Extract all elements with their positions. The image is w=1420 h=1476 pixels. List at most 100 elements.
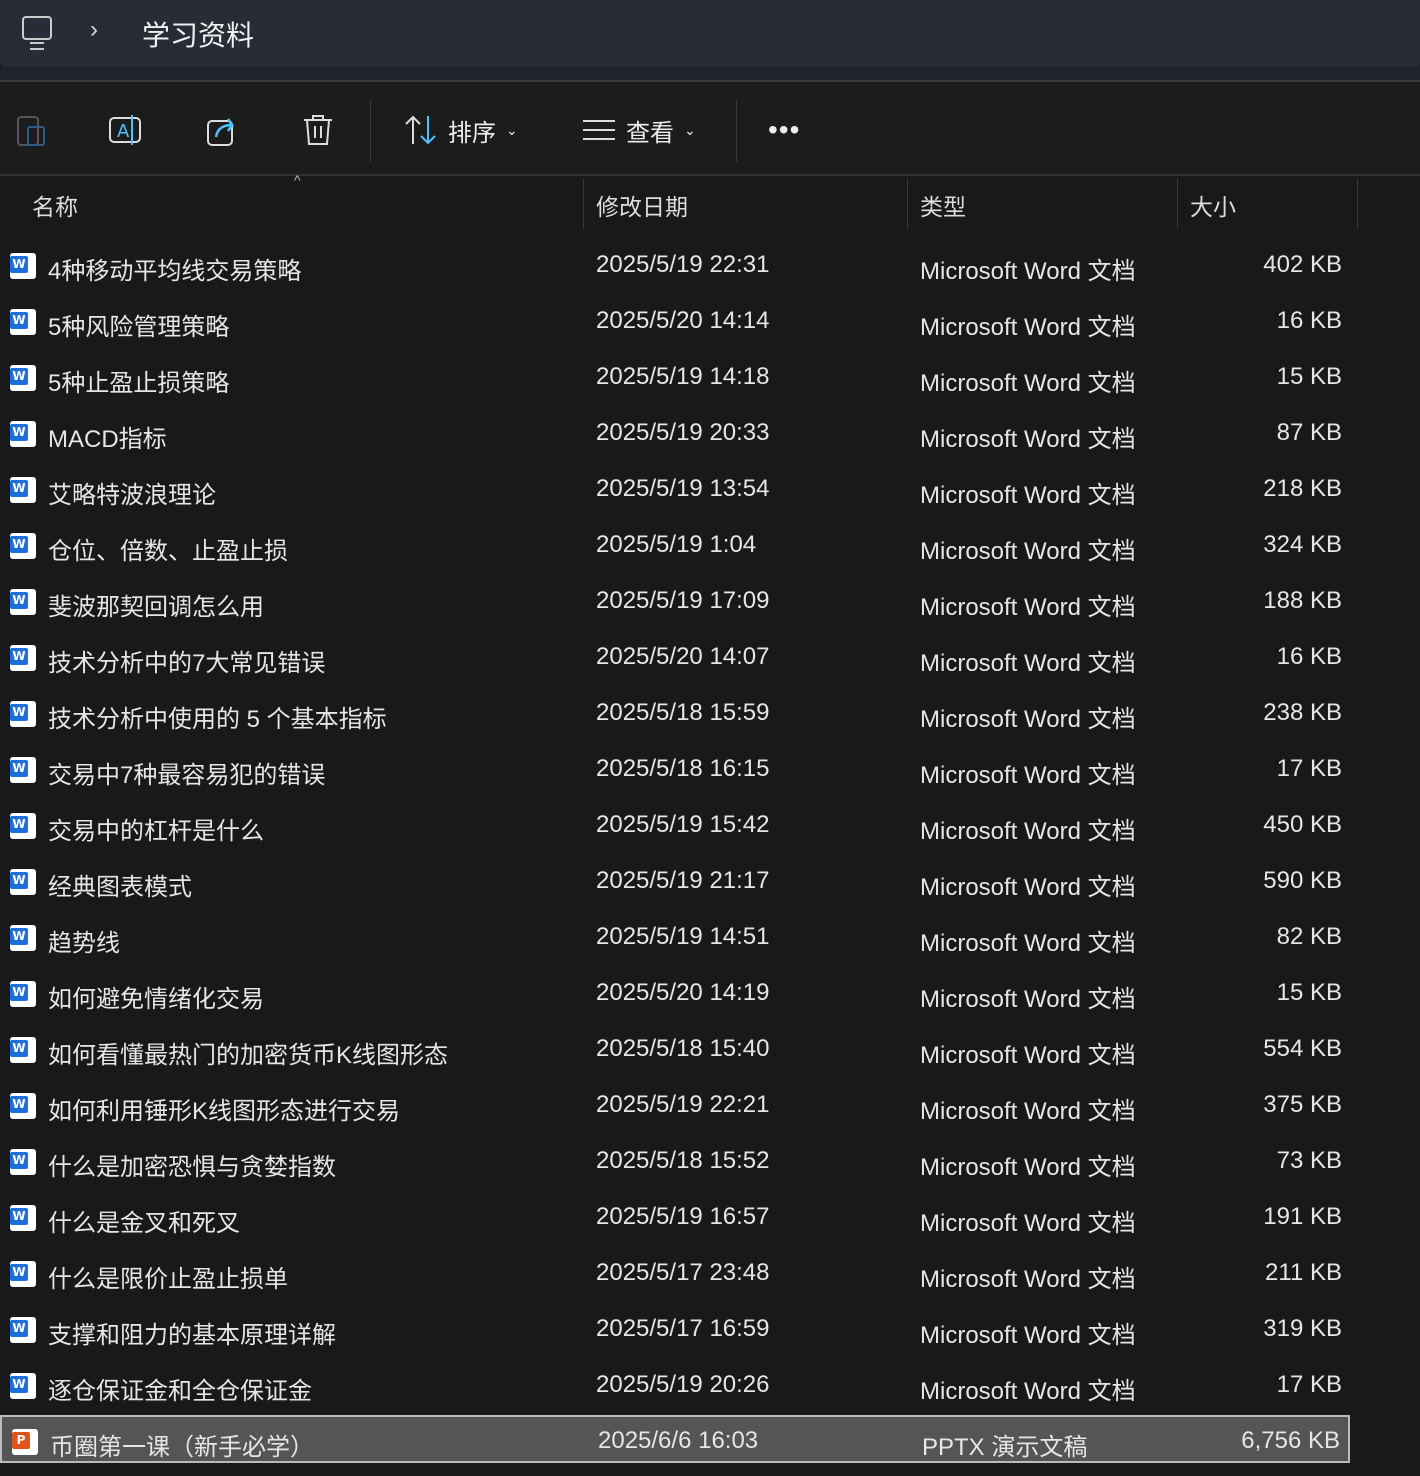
file-date: 2025/5/20 14:07 <box>596 643 770 670</box>
word-file-icon: W <box>10 701 36 727</box>
word-file-icon: W <box>10 1317 36 1343</box>
column-header-type[interactable]: 类型 <box>920 188 966 222</box>
file-row[interactable]: W 什么是限价止盈止损单 2025/5/17 23:48 Microsoft W… <box>0 1249 1350 1297</box>
column-divider[interactable] <box>907 178 908 228</box>
word-file-icon: W <box>10 1205 36 1231</box>
file-type: PPTX 演示文稿 <box>922 1434 1088 1461</box>
file-row[interactable]: W 趋势线 2025/5/19 14:51 Microsoft Word 文档 … <box>0 913 1350 961</box>
paste-button[interactable] <box>16 110 46 150</box>
file-size: 17 KB <box>1276 1371 1342 1398</box>
word-file-icon: W <box>10 253 36 279</box>
file-row[interactable]: W 交易中的杠杆是什么 2025/5/19 15:42 Microsoft Wo… <box>0 801 1350 849</box>
powerpoint-file-icon: P <box>12 1429 38 1455</box>
column-divider[interactable] <box>583 178 584 228</box>
this-pc-icon[interactable] <box>22 16 52 50</box>
file-name: MACD指标 <box>48 426 167 453</box>
file-size: 15 KB <box>1276 979 1342 1006</box>
column-divider[interactable] <box>1177 178 1178 228</box>
file-row[interactable]: W 仓位、倍数、止盈止损 2025/5/19 1:04 Microsoft Wo… <box>0 521 1350 569</box>
share-button[interactable] <box>206 110 240 150</box>
file-row[interactable]: W 4种移动平均线交易策略 2025/5/19 22:31 Microsoft … <box>0 241 1350 289</box>
command-bar: A 排序 ⌄ 查看 ⌄ ••• <box>0 84 1420 176</box>
column-divider[interactable] <box>1357 178 1358 228</box>
breadcrumb-chevron-icon[interactable]: › <box>90 16 98 44</box>
file-row[interactable]: W 交易中7种最容易犯的错误 2025/5/18 16:15 Microsoft… <box>0 745 1350 793</box>
file-name: 技术分析中使用的 5 个基本指标 <box>48 706 387 733</box>
column-header-name[interactable]: 名称 <box>32 188 78 222</box>
word-file-icon: W <box>10 925 36 951</box>
file-date: 2025/5/19 22:31 <box>596 251 770 278</box>
file-size: 375 KB <box>1263 1091 1342 1118</box>
address-bar[interactable]: › 学习资料 <box>0 0 1420 66</box>
word-file-icon: W <box>10 757 36 783</box>
file-date: 2025/5/19 22:21 <box>596 1091 770 1118</box>
share-icon <box>207 118 235 146</box>
column-header-size[interactable]: 大小 <box>1190 188 1236 222</box>
file-size: 188 KB <box>1263 587 1342 614</box>
file-type: Microsoft Word 文档 <box>920 762 1136 789</box>
file-date: 2025/5/20 14:14 <box>596 307 770 334</box>
toolbar-separator <box>736 100 737 162</box>
file-type: Microsoft Word 文档 <box>920 874 1136 901</box>
rename-button[interactable]: A <box>108 110 144 150</box>
file-name: 逐仓保证金和全仓保证金 <box>48 1378 312 1405</box>
file-type: Microsoft Word 文档 <box>920 1042 1136 1069</box>
file-size: 402 KB <box>1263 251 1342 278</box>
file-date: 2025/5/19 16:57 <box>596 1203 770 1230</box>
file-size: 191 KB <box>1263 1203 1342 1230</box>
word-file-icon: W <box>10 477 36 503</box>
file-row[interactable]: W 什么是金叉和死叉 2025/5/19 16:57 Microsoft Wor… <box>0 1193 1350 1241</box>
list-view-icon <box>583 120 615 140</box>
word-file-icon: W <box>10 869 36 895</box>
file-row[interactable]: W 如何避免情绪化交易 2025/5/20 14:19 Microsoft Wo… <box>0 969 1350 1017</box>
file-name: 艾略特波浪理论 <box>48 482 216 509</box>
file-date: 2025/5/19 21:17 <box>596 867 770 894</box>
file-date: 2025/5/19 1:04 <box>596 531 757 558</box>
chevron-down-icon: ⌄ <box>684 121 696 138</box>
file-row[interactable]: W 什么是加密恐惧与贪婪指数 2025/5/18 15:52 Microsoft… <box>0 1137 1350 1185</box>
file-name: 4种移动平均线交易策略 <box>48 258 302 285</box>
file-type: Microsoft Word 文档 <box>920 594 1136 621</box>
file-type: Microsoft Word 文档 <box>920 1378 1136 1405</box>
file-date: 2025/5/19 14:18 <box>596 363 770 390</box>
file-row[interactable]: W 技术分析中的7大常见错误 2025/5/20 14:07 Microsoft… <box>0 633 1350 681</box>
word-file-icon: W <box>10 1373 36 1399</box>
file-row[interactable]: W MACD指标 2025/5/19 20:33 Microsoft Word … <box>0 409 1350 457</box>
file-name: 斐波那契回调怎么用 <box>48 594 264 621</box>
view-button[interactable]: 查看 ⌄ <box>582 110 696 150</box>
file-date: 2025/5/18 15:59 <box>596 699 770 726</box>
file-name: 趋势线 <box>48 930 120 957</box>
rename-icon: A <box>109 115 141 145</box>
file-date: 2025/5/18 15:52 <box>596 1147 770 1174</box>
file-row[interactable]: W 如何看懂最热门的加密货币K线图形态 2025/5/18 15:40 Micr… <box>0 1025 1350 1073</box>
file-row[interactable]: W 经典图表模式 2025/5/19 21:17 Microsoft Word … <box>0 857 1350 905</box>
file-row[interactable]: W 5种止盈止损策略 2025/5/19 14:18 Microsoft Wor… <box>0 353 1350 401</box>
file-size: 554 KB <box>1263 1035 1342 1062</box>
file-type: Microsoft Word 文档 <box>920 1210 1136 1237</box>
file-type: Microsoft Word 文档 <box>920 1322 1136 1349</box>
file-row[interactable]: W 斐波那契回调怎么用 2025/5/19 17:09 Microsoft Wo… <box>0 577 1350 625</box>
file-row[interactable]: P 币圈第一课（新手必学） 2025/6/6 16:03 PPTX 演示文稿 6… <box>0 1415 1350 1463</box>
file-row[interactable]: W 艾略特波浪理论 2025/5/19 13:54 Microsoft Word… <box>0 465 1350 513</box>
file-name: 技术分析中的7大常见错误 <box>48 650 326 677</box>
file-type: Microsoft Word 文档 <box>920 1154 1136 1181</box>
word-file-icon: W <box>10 1261 36 1287</box>
file-date: 2025/5/19 20:33 <box>596 419 770 446</box>
sort-button[interactable]: 排序 ⌄ <box>404 110 518 150</box>
breadcrumb-current[interactable]: 学习资料 <box>142 14 254 54</box>
file-row[interactable]: W 逐仓保证金和全仓保证金 2025/5/19 20:26 Microsoft … <box>0 1361 1350 1409</box>
word-file-icon: W <box>10 645 36 671</box>
word-file-icon: W <box>10 309 36 335</box>
file-size: 238 KB <box>1263 699 1342 726</box>
file-row[interactable]: W 支撑和阻力的基本原理详解 2025/5/17 16:59 Microsoft… <box>0 1305 1350 1353</box>
column-header-date[interactable]: 修改日期 <box>596 188 688 222</box>
file-row[interactable]: W 如何利用锤形K线图形态进行交易 2025/5/19 22:21 Micros… <box>0 1081 1350 1129</box>
file-size: 590 KB <box>1263 867 1342 894</box>
toolbar-separator <box>370 100 371 162</box>
file-row[interactable]: W 技术分析中使用的 5 个基本指标 2025/5/18 15:59 Micro… <box>0 689 1350 737</box>
file-row[interactable]: W 5种风险管理策略 2025/5/20 14:14 Microsoft Wor… <box>0 297 1350 345</box>
file-date: 2025/5/19 17:09 <box>596 587 770 614</box>
delete-button[interactable] <box>302 110 334 150</box>
file-name: 支撑和阻力的基本原理详解 <box>48 1322 336 1349</box>
more-options-button[interactable]: ••• <box>768 110 800 150</box>
